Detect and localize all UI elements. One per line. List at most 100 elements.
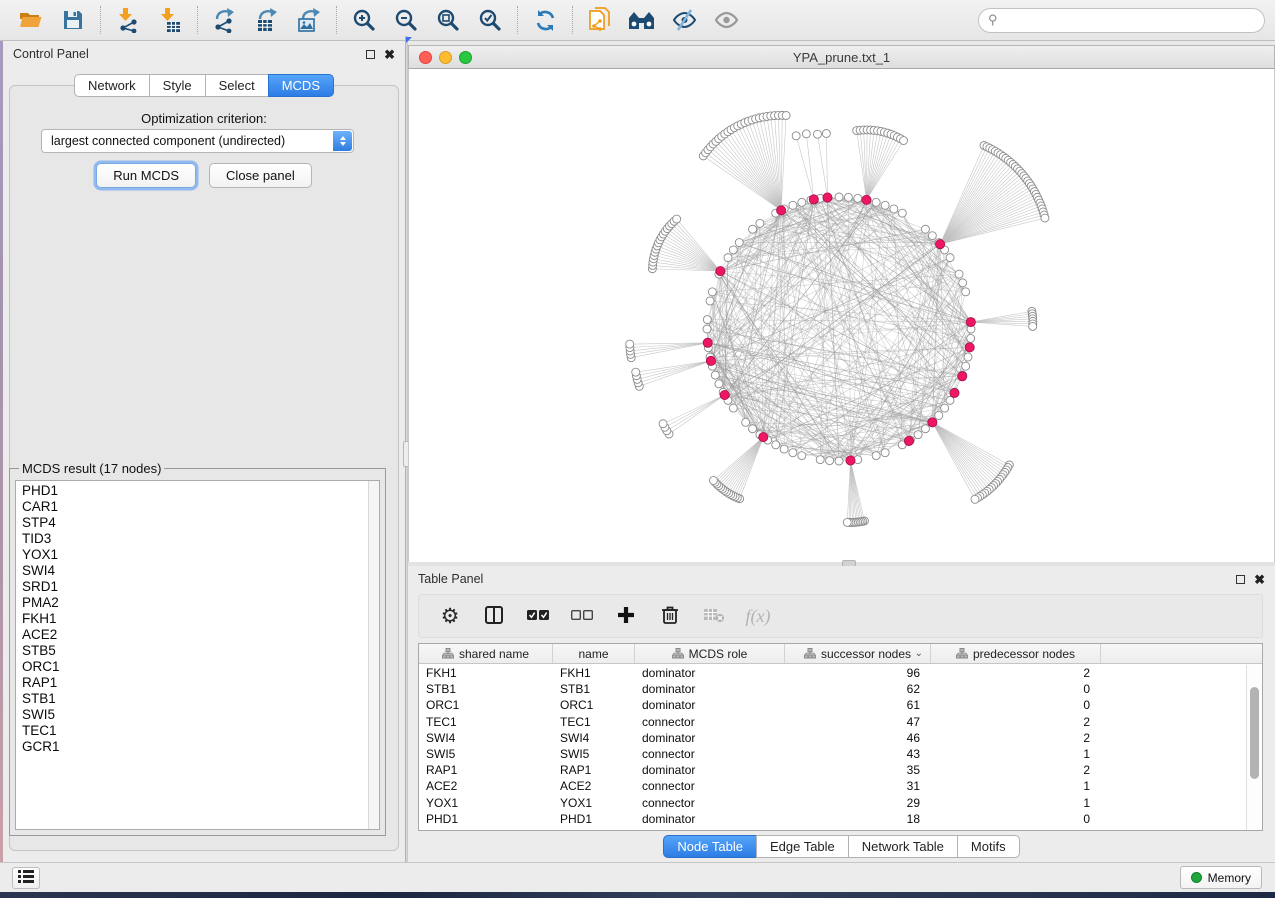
mcds-result-node[interactable]: CAR1 [22,499,367,515]
tab-network-table[interactable]: Network Table [848,835,958,858]
table-row[interactable]: YOX1YOX1connector291 [419,795,1246,811]
table-row[interactable]: ACE2ACE2connector311 [419,778,1246,794]
run-mcds-button[interactable]: Run MCDS [96,163,196,188]
graph-satellite-node[interactable] [822,130,830,138]
tab-select[interactable]: Select [205,74,269,97]
graph-mcds-hub-node[interactable] [846,456,855,465]
graph-mcds-hub-node[interactable] [965,343,974,352]
graph-node[interactable] [798,198,806,206]
deselect-all-rows-button[interactable] [567,599,597,633]
table-row[interactable]: SWI4SWI4dominator462 [419,730,1246,746]
graph-node[interactable] [935,411,943,419]
tab-mcds[interactable]: MCDS [268,74,334,97]
graph-node[interactable] [780,445,788,453]
mcds-result-node[interactable]: SRD1 [22,579,367,595]
graph-satellite-node[interactable] [632,368,640,376]
mcds-result-node[interactable]: ACE2 [22,627,367,643]
table-row[interactable]: SWI5SWI5connector431 [419,746,1246,762]
graph-node[interactable] [881,449,889,457]
graph-node[interactable] [881,201,889,209]
table-scrollbar[interactable] [1246,665,1262,830]
graph-node[interactable] [835,457,843,465]
mcds-result-node[interactable]: STB1 [22,691,367,707]
export-table-button[interactable] [246,3,288,37]
graph-node[interactable] [742,418,750,426]
graph-node[interactable] [708,288,716,296]
graph-node[interactable] [703,325,711,333]
mcds-result-node[interactable]: ORC1 [22,659,367,675]
mcds-list-scrollbar[interactable] [368,481,379,829]
column-header-shared-name[interactable]: shared name [419,644,553,663]
import-table-button[interactable] [149,3,191,37]
graph-node[interactable] [789,449,797,457]
mcds-result-node[interactable]: PMA2 [22,595,367,611]
graph-node[interactable] [962,288,970,296]
search-input[interactable] [1003,13,1255,27]
graph-node[interactable] [872,452,880,460]
column-header-mcds-role[interactable]: MCDS role [635,644,785,663]
graph-satellite-node[interactable] [900,137,908,145]
close-panel-button[interactable]: Close panel [209,163,312,188]
graph-mcds-hub-node[interactable] [759,433,768,442]
tab-edge-table[interactable]: Edge Table [756,835,849,858]
tab-network[interactable]: Network [74,74,150,97]
graph-node[interactable] [962,362,970,370]
column-header-successor-nodes[interactable]: successor nodes⌄ [785,644,931,663]
graph-mcds-hub-node[interactable] [823,193,832,202]
graph-mcds-hub-node[interactable] [777,206,786,215]
graph-mcds-hub-node[interactable] [706,356,715,365]
graph-node[interactable] [844,193,852,201]
table-row[interactable]: TEC1TEC1connector472 [419,714,1246,730]
graph-mcds-hub-node[interactable] [716,267,725,276]
graph-satellite-node[interactable] [1029,322,1037,330]
tab-node-table[interactable]: Node Table [663,835,757,858]
graph-mcds-hub-node[interactable] [904,436,913,445]
graph-node[interactable] [703,316,711,324]
tab-motifs[interactable]: Motifs [957,835,1020,858]
save-session-button[interactable] [52,3,94,37]
graph-node[interactable] [946,254,954,262]
tab-style[interactable]: Style [149,74,206,97]
graph-node[interactable] [967,334,975,342]
graph-node[interactable] [835,193,843,201]
search-network-button[interactable] [621,3,663,37]
mcds-result-node[interactable]: FKH1 [22,611,367,627]
graph-node[interactable] [872,198,880,206]
mcds-result-list[interactable]: PHD1CAR1STP4TID3YOX1SWI4SRD1PMA2FKH1ACE2… [15,480,380,830]
table-row[interactable]: RAP1RAP1dominator352 [419,762,1246,778]
mcds-result-node[interactable]: TID3 [22,531,367,547]
delete-column-button[interactable] [655,599,685,633]
mcds-result-node[interactable]: TEC1 [22,723,367,739]
select-all-rows-button[interactable] [523,599,553,633]
graph-mcds-hub-node[interactable] [703,338,712,347]
copy-network-button[interactable] [579,3,621,37]
column-settings-button[interactable]: ⚙ [435,599,465,633]
graph-node[interactable] [724,254,732,262]
mcds-result-node[interactable]: STP4 [22,515,367,531]
graph-node[interactable] [921,425,929,433]
graph-satellite-node[interactable] [659,420,667,428]
graph-mcds-hub-node[interactable] [809,195,818,204]
graph-node[interactable] [711,371,719,379]
import-network-button[interactable] [107,3,149,37]
float-panel-icon[interactable] [1236,575,1245,584]
task-history-button[interactable] [12,867,40,889]
mcds-result-node[interactable]: RAP1 [22,675,367,691]
graph-mcds-hub-node[interactable] [862,195,871,204]
column-header-predecessor-nodes[interactable]: predecessor nodes [931,644,1101,663]
graph-node[interactable] [928,232,936,240]
graph-satellite-node[interactable] [626,340,634,348]
criterion-select[interactable]: largest connected component (undirected) [41,129,354,153]
graph-satellite-node[interactable] [673,215,681,223]
graph-node[interactable] [959,279,967,287]
network-canvas[interactable] [408,69,1275,562]
export-network-button[interactable] [204,3,246,37]
graph-satellite-node[interactable] [709,476,717,484]
export-image-button[interactable] [288,3,330,37]
graph-node[interactable] [772,441,780,449]
graph-node[interactable] [826,457,834,465]
graph-node[interactable] [955,270,963,278]
graph-node[interactable] [941,404,949,412]
table-row[interactable]: PHD1PHD1dominator180 [419,811,1246,827]
open-file-button[interactable] [10,3,52,37]
